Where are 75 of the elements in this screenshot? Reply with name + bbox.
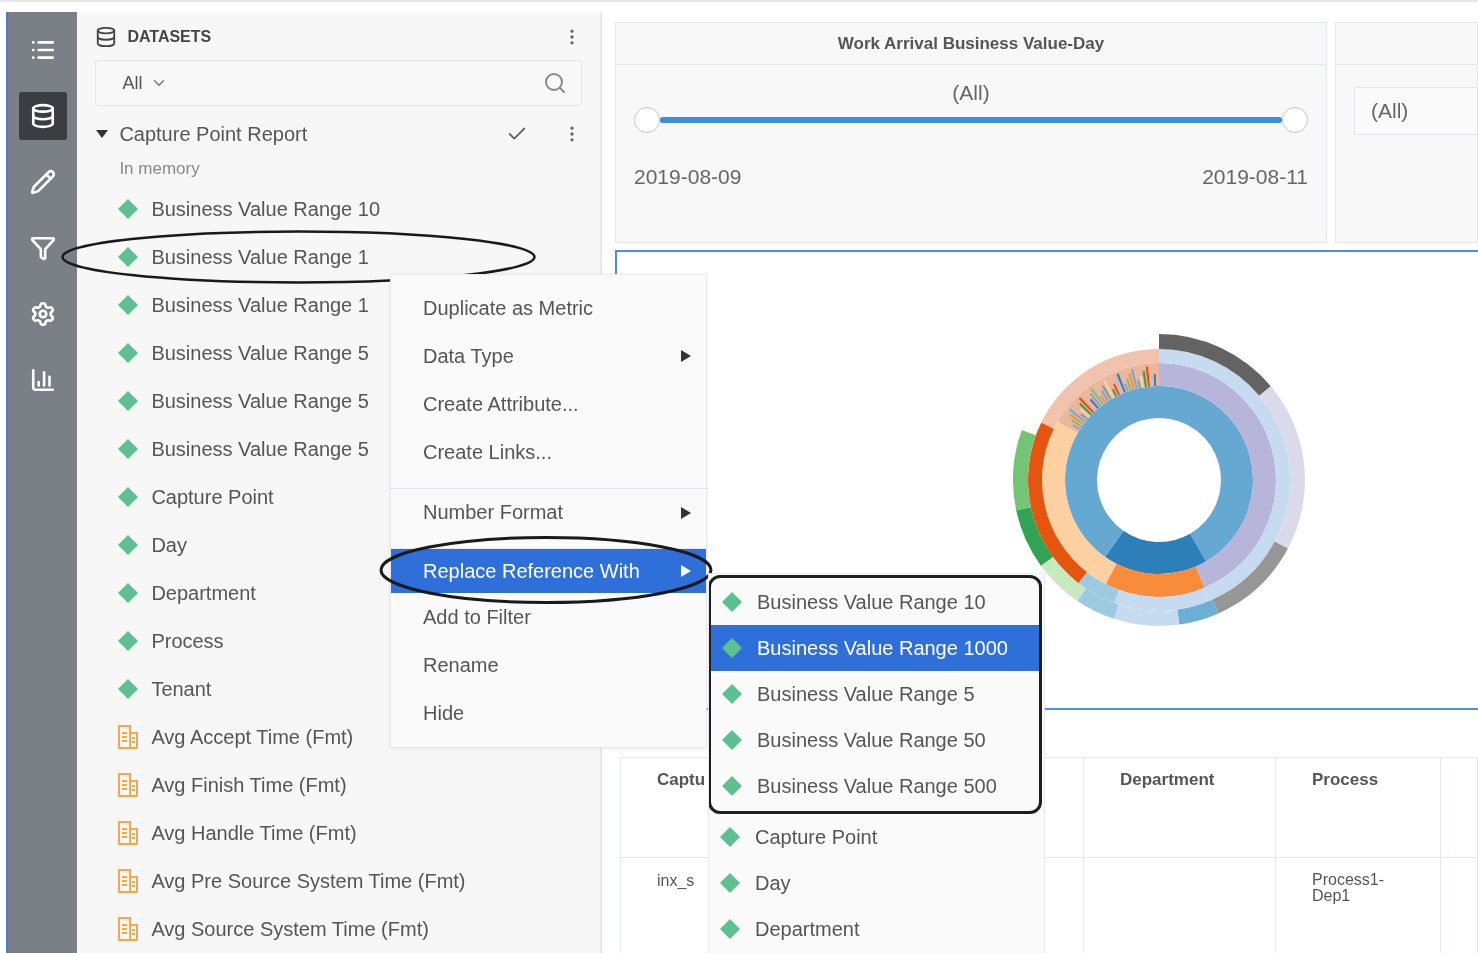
field-item[interactable]: Business Value Range 5 [151,437,369,461]
diamond-icon [719,918,741,940]
slider-handle[interactable] [1282,107,1308,133]
sheet-icon [117,821,140,845]
menu-item[interactable]: Replace Reference With [391,548,706,593]
diamond-icon [719,872,741,894]
submenu-item[interactable]: Business Value Range 10 [711,579,1039,625]
filter-value: (All) [952,81,990,105]
diamond-icon [721,729,743,751]
diamond-icon [117,678,140,700]
diamond-icon [117,342,140,364]
sheet-icon [117,773,140,797]
dataset-status: In memory [119,158,201,180]
menu-item[interactable]: Duplicate as Metric [391,284,706,332]
submenu-item[interactable]: Day [709,860,1044,906]
diamond-icon [721,637,743,659]
search-icon[interactable] [543,71,567,95]
slider-handle[interactable] [634,107,660,133]
menu-item[interactable]: Number Format [391,488,706,536]
header-text: Captu [657,770,706,789]
sheet-icon [117,725,140,749]
diamond-icon [117,534,140,556]
submenu-item[interactable]: Business Value Range 1000 [711,625,1039,671]
field-item[interactable]: Avg Source System Time (Fmt) [151,917,429,941]
field-item[interactable]: Process [151,629,224,653]
diamond-icon [117,294,140,316]
field-item[interactable]: Day [151,533,187,557]
header-text: Process [1312,770,1379,789]
field-item[interactable]: Business Value Range 1 [151,293,369,317]
field-item[interactable]: Capture Point [151,485,274,509]
sheet-icon [117,917,140,941]
field-item[interactable]: Avg Finish Time (Fmt) [151,773,347,797]
database-icon [95,26,118,48]
menu-item[interactable]: Hide [391,689,706,737]
submenu-item[interactable]: Department [709,906,1044,952]
menu-item[interactable]: Create Attribute... [391,380,706,428]
field-item[interactable]: Avg Handle Time (Fmt) [151,821,357,845]
submenu-item[interactable]: Business Value Range 50 [711,717,1039,763]
diamond-icon [117,198,140,220]
database-icon[interactable] [18,92,67,140]
range-end: 2019-08-11 [1202,165,1308,189]
menu-item[interactable]: Rename [391,641,706,689]
field-item[interactable]: Business Value Range 5 [151,341,369,365]
filter-title: Work Arrival Business Value-Day [616,23,1326,65]
diamond-icon [721,775,743,797]
diamond-icon [117,438,140,460]
field-item[interactable]: Tenant [151,677,212,701]
filter-dropdown[interactable]: All [95,60,582,106]
field-item[interactable]: Avg Pre Source System Time (Fmt) [151,869,466,893]
table-cell-text: Process1-Dep1 [1312,872,1386,904]
submenu-item[interactable]: Business Value Range 5 [711,671,1039,717]
table-cell: inx_s [657,873,695,889]
filter-dropdown[interactable]: (All) [1354,87,1477,135]
submenu-item[interactable]: Capture Point [709,814,1044,860]
diamond-icon [117,582,140,604]
dataset-name[interactable]: Capture Point Report [119,122,496,146]
panel-title: DATASETS [127,28,213,46]
diamond-icon [117,486,140,508]
diamond-icon [117,390,140,412]
diamond-icon [721,683,743,705]
menu-item[interactable]: Add to Filter [391,593,706,641]
diamond-icon [721,591,743,613]
field-item[interactable]: Department [151,581,256,605]
diamond-icon [719,826,741,848]
submenu-item[interactable]: Business Value Range 500 [711,763,1039,809]
menu-item[interactable]: Create Links... [391,428,706,476]
diamond-icon [117,630,140,652]
diamond-icon [117,246,140,268]
menu-item[interactable]: Data Type [391,332,706,380]
sheet-icon [117,869,140,893]
field-item[interactable]: Business Value Range 10 [151,197,381,221]
field-item[interactable]: Business Value Range 5 [151,389,369,413]
header-text: Department [1120,770,1215,789]
field-item[interactable]: Avg Accept Time (Fmt) [151,725,354,749]
range-start: 2019-08-09 [634,165,742,189]
